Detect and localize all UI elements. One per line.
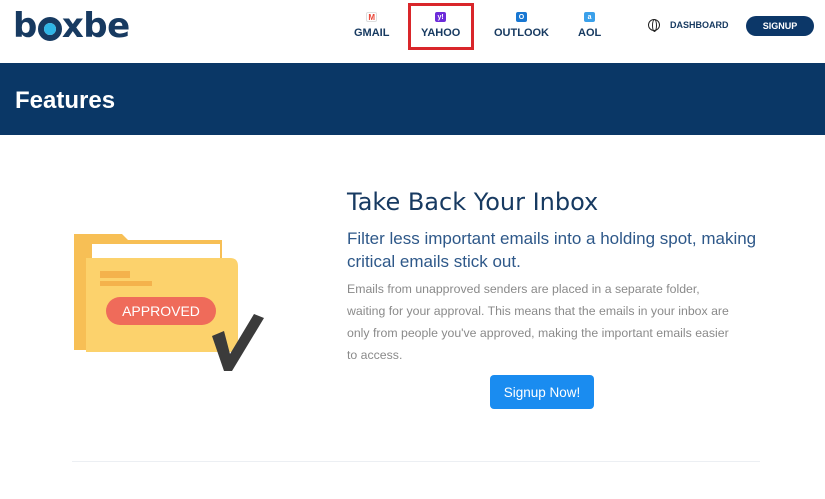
nav-gmail-label: GMAIL — [354, 27, 390, 39]
feature-description: Emails from unapproved senders are place… — [347, 282, 729, 362]
aol-icon: a — [584, 12, 596, 22]
dashboard-label: DASHBOARD — [670, 20, 729, 30]
nav-aol[interactable]: a AOL — [578, 12, 601, 48]
feature-title: Take Back Your Inbox — [347, 188, 599, 216]
nav-yahoo-label: YAHOO — [421, 27, 461, 39]
gmail-icon: M — [366, 12, 378, 22]
feature-subtitle: Filter less important emails into a hold… — [347, 229, 757, 271]
globe-icon — [648, 19, 660, 32]
folder-line-2 — [100, 281, 152, 286]
signup-now-button[interactable]: Signup Now! — [490, 375, 594, 409]
boxbe-logo[interactable]: b xbe — [13, 6, 130, 46]
logo-letter-b: b — [13, 6, 37, 46]
page-title: Features — [15, 87, 116, 114]
section-divider — [72, 461, 760, 462]
approved-folder-illustration: APPROVED — [74, 234, 264, 371]
folder-line-1 — [100, 271, 130, 278]
nav-yahoo[interactable]: y! YAHOO — [421, 12, 460, 48]
logo-letters-xbe: xbe — [61, 6, 130, 46]
nav-gmail[interactable]: M GMAIL — [354, 12, 389, 48]
nav-aol-label: AOL — [578, 27, 602, 39]
top-navbar: b xbe M GMAIL y! YAHOO O OUTLOOK a AOL DA… — [0, 0, 825, 63]
approved-label-text: APPROVED — [122, 303, 200, 319]
dashboard-link[interactable]: DASHBOARD — [648, 19, 729, 32]
nav-outlook[interactable]: O OUTLOOK — [494, 12, 549, 48]
nav-outlook-label: OUTLOOK — [494, 27, 549, 39]
features-banner: Features — [0, 63, 825, 135]
yahoo-icon: y! — [435, 12, 447, 22]
signup-button[interactable]: SIGNUP — [746, 16, 814, 36]
logo-o-icon — [37, 17, 62, 41]
outlook-icon: O — [516, 12, 527, 22]
